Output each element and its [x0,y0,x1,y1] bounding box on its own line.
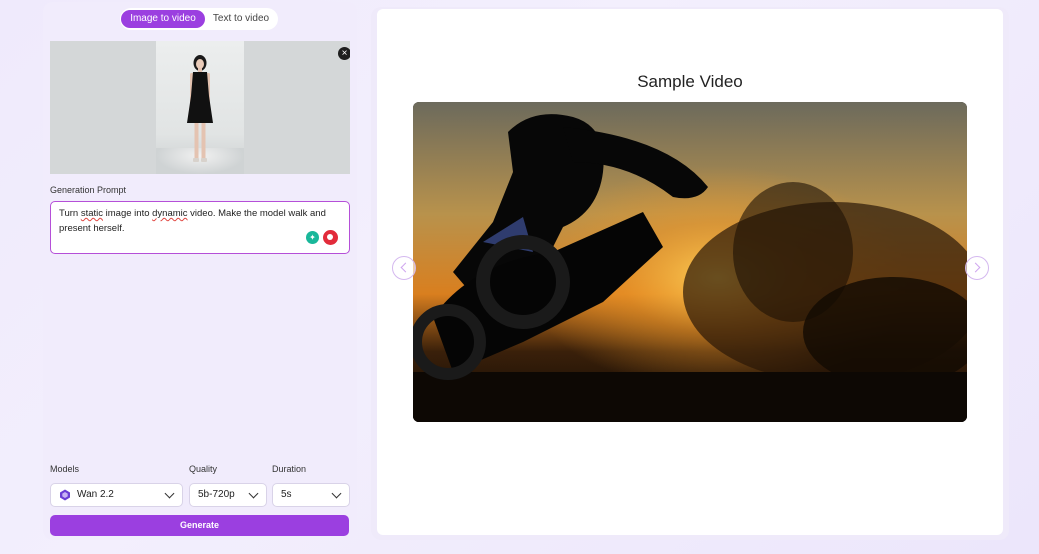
model-photo [156,41,244,174]
prompt-text[interactable]: Turn static image into dynamic video. Ma… [59,206,339,236]
preview-panel: Sample Video [371,7,1009,540]
chevron-down-icon [331,488,342,499]
duration-label: Duration [272,464,307,474]
quality-select[interactable]: 5b-720p [189,483,267,507]
previous-video-button[interactable] [392,256,416,280]
tab-image-to-video[interactable]: Image to video [121,10,205,28]
preview-card: Sample Video [377,9,1003,535]
model-select[interactable]: Wan 2.2 [50,483,183,507]
mode-switch: Image to video Text to video [120,8,278,30]
duration-value: 5s [281,489,292,500]
sample-video[interactable] [413,102,967,422]
preview-title: Sample Video [637,72,743,91]
uploaded-image-preview: × [50,41,350,174]
chevron-down-icon [248,488,259,499]
next-video-button[interactable] [965,256,989,280]
generate-button[interactable]: Generate [50,515,349,536]
tab-text-to-video[interactable]: Text to video [206,10,276,28]
prompt-label: Generation Prompt [50,185,127,195]
wan-model-icon [60,489,70,501]
chevron-right-icon [970,262,981,273]
chevron-left-icon [400,262,411,273]
models-label: Models [50,464,80,474]
chevron-down-icon [164,488,175,499]
model-value: Wan 2.2 [77,489,114,500]
prompt-input[interactable]: Turn static image into dynamic video. Ma… [50,201,350,254]
spellcheck-extension-icon[interactable] [323,230,338,245]
remove-image-button[interactable]: × [338,47,350,60]
quality-value: 5b-720p [198,489,235,500]
quality-label: Quality [189,464,218,474]
grammar-assistant-icon[interactable]: ✦ [306,231,319,244]
duration-select[interactable]: 5s [272,483,350,507]
generation-panel: Image to video Text to video × Generatio… [43,2,357,540]
